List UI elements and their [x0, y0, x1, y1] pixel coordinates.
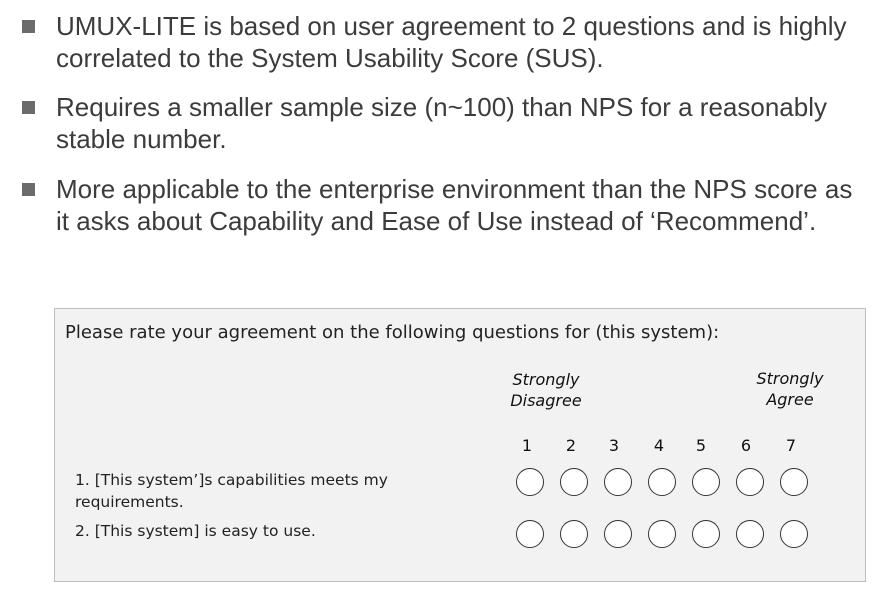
radio-q2-option-4[interactable]: [648, 520, 676, 548]
question-capabilities: 1. [This system’]s capabilities meets my…: [75, 471, 388, 511]
scale-label: 6: [740, 436, 752, 455]
radio-q2-option-6[interactable]: [736, 520, 764, 548]
scale-label: 3: [608, 436, 620, 455]
umux-lite-survey-panel: Please rate your agreement on the follow…: [54, 308, 866, 582]
radio-q1-option-2[interactable]: [560, 468, 588, 496]
radio-q1-option-4[interactable]: [648, 468, 676, 496]
square-bullet-icon: [22, 101, 35, 114]
scale-label: 4: [653, 436, 665, 455]
radio-q1-option-5[interactable]: [692, 468, 720, 496]
anchor-strongly-agree: Strongly Agree: [756, 369, 824, 409]
scale-label: 1: [521, 436, 533, 455]
square-bullet-icon: [22, 183, 35, 196]
scale-label: 2: [565, 436, 577, 455]
radio-q1-option-1[interactable]: [516, 468, 544, 496]
bullet-text: UMUX-LITE is based on user agreement to …: [56, 11, 847, 73]
radio-q1-option-7[interactable]: [780, 468, 808, 496]
radio-q2-option-5[interactable]: [692, 520, 720, 548]
square-bullet-icon: [22, 20, 35, 33]
scale-label: 5: [695, 436, 707, 455]
radio-q1-option-3[interactable]: [604, 468, 632, 496]
radio-q2-option-2[interactable]: [560, 520, 588, 548]
radio-q2-option-1[interactable]: [516, 520, 544, 548]
scale-label: 7: [785, 436, 797, 455]
bullet-text: More applicable to the enterprise enviro…: [56, 174, 853, 236]
bullet-text: Requires a smaller sample size (n~100) t…: [56, 92, 827, 154]
radio-q2-option-3[interactable]: [604, 520, 632, 548]
anchor-strongly-disagree: Strongly Disagree: [510, 370, 582, 410]
question-ease-of-use: 2. [This system] is easy to use.: [75, 522, 316, 540]
radio-q1-option-6[interactable]: [736, 468, 764, 496]
radio-q2-option-7[interactable]: [780, 520, 808, 548]
survey-prompt: Please rate your agreement on the follow…: [65, 322, 720, 343]
